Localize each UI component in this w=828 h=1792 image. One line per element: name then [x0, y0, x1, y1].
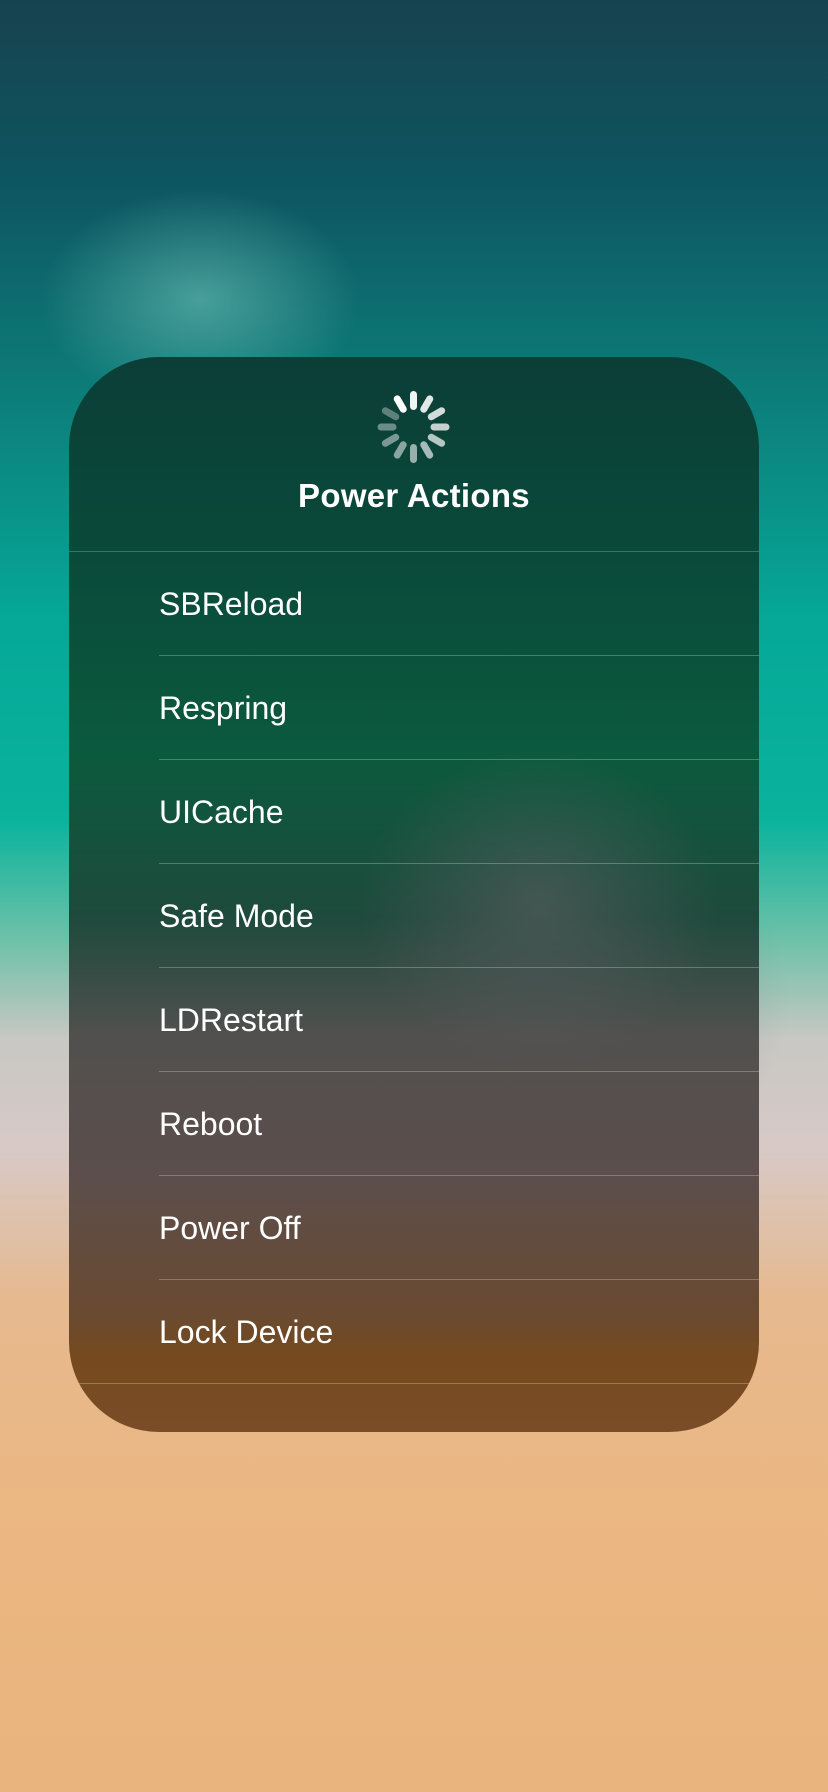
spinner-tick [426, 432, 447, 449]
spinner-tick [430, 423, 450, 431]
action-label: Reboot [159, 1106, 263, 1142]
action-label: Lock Device [159, 1314, 334, 1350]
panel-header: Power Actions [69, 357, 759, 552]
spinner-tick [392, 394, 409, 415]
panel-title: Power Actions [298, 477, 530, 514]
spinner-tick [410, 444, 417, 463]
action-sbreload[interactable]: SBReload [69, 552, 759, 656]
spinner-tick [426, 405, 447, 422]
action-uicache[interactable]: UICache [69, 760, 759, 864]
spinner-tick [380, 405, 401, 422]
action-label: UICache [159, 794, 284, 830]
activity-spinner-icon [377, 391, 450, 463]
row-divider [69, 1383, 759, 1384]
action-power-off[interactable]: Power Off [69, 1176, 759, 1280]
action-label: LDRestart [159, 1002, 304, 1038]
action-ldrestart[interactable]: LDRestart [69, 968, 759, 1072]
action-respring[interactable]: Respring [69, 656, 759, 760]
action-label: SBReload [159, 586, 304, 622]
action-lock-device[interactable]: Lock Device [69, 1280, 759, 1384]
action-safe-mode[interactable]: Safe Mode [69, 864, 759, 968]
actions-list: SBReload Respring UICache Safe Mode LDRe… [69, 552, 759, 1384]
spinner-tick [377, 423, 397, 431]
spinner-tick [410, 391, 417, 410]
spinner-tick [418, 439, 435, 460]
action-reboot[interactable]: Reboot [69, 1072, 759, 1176]
power-actions-panel: Power Actions SBReload Respring UICache … [69, 357, 759, 1432]
action-label: Power Off [159, 1210, 301, 1246]
spinner-tick [392, 439, 409, 460]
action-label: Safe Mode [159, 898, 314, 934]
action-label: Respring [159, 690, 288, 726]
